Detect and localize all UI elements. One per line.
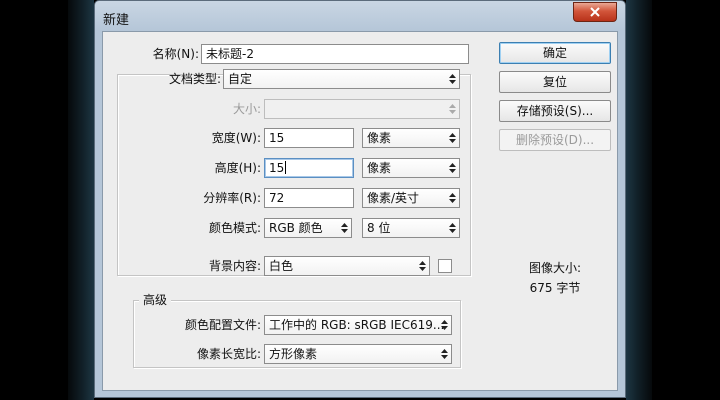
color-mode-select[interactable]: RGB 颜色: [264, 218, 352, 238]
text-caret: [285, 161, 287, 174]
height-value: 15: [269, 161, 285, 175]
height-unit-select[interactable]: 像素: [362, 158, 460, 178]
resolution-unit-value: 像素/英寸: [367, 191, 420, 205]
dialog-body: 名称(N): 未标题-2 文档类型: 自定 大小: 宽度(W): 15 像素 高…: [102, 31, 618, 391]
background-glow-right: [626, 0, 652, 400]
close-button[interactable]: [573, 2, 617, 22]
resolution-unit-select[interactable]: 像素/英寸: [362, 188, 460, 208]
doc-type-label: 文档类型:: [168, 72, 221, 86]
resolution-input[interactable]: 72: [264, 188, 354, 208]
delete-preset-button[interactable]: 删除预设(D)...: [499, 129, 611, 151]
resolution-label: 分辨率(R):: [203, 191, 261, 205]
color-mode-value: RGB 颜色: [269, 221, 323, 235]
updown-arrow-icon: [449, 74, 456, 84]
width-label: 宽度(W):: [211, 131, 261, 145]
image-size-value: 675 字节: [529, 281, 581, 295]
color-profile-select[interactable]: 工作中的 RGB: sRGB IEC619...: [264, 315, 452, 335]
doc-type-value: 自定: [228, 72, 253, 86]
color-profile-label: 颜色配置文件:: [184, 318, 261, 332]
color-mode-label: 颜色模式:: [208, 221, 261, 235]
background-value: 白色: [269, 259, 294, 273]
background-label: 背景内容:: [208, 259, 261, 273]
close-x-icon: [590, 7, 600, 17]
name-label: 名称(N):: [152, 47, 199, 61]
updown-arrow-icon: [341, 223, 348, 233]
height-unit-value: 像素: [367, 161, 392, 175]
width-unit-value: 像素: [367, 131, 392, 145]
height-label: 高度(H):: [214, 161, 261, 175]
advanced-group-title: 高级: [139, 293, 172, 307]
image-size-label: 图像大小:: [528, 261, 582, 275]
width-unit-select[interactable]: 像素: [362, 128, 460, 148]
width-input[interactable]: 15: [264, 128, 354, 148]
title-bar[interactable]: 新建: [95, 1, 625, 31]
updown-arrow-icon: [441, 349, 448, 359]
updown-arrow-icon: [419, 261, 426, 271]
updown-arrow-icon: [449, 104, 456, 114]
pixel-aspect-value: 方形像素: [269, 347, 318, 361]
updown-arrow-icon: [449, 133, 456, 143]
reset-button[interactable]: 复位: [499, 71, 611, 93]
ok-button[interactable]: 确定: [499, 42, 611, 64]
pixel-aspect-label: 像素长宽比:: [196, 347, 261, 361]
background-color-swatch[interactable]: [438, 259, 452, 273]
size-select[interactable]: [264, 99, 460, 119]
new-document-dialog: 新建 名称(N): 未标题-2 文档类型: 自定 大小: 宽度(W): 15 像…: [94, 0, 626, 398]
updown-arrow-icon: [449, 193, 456, 203]
doc-type-select[interactable]: 自定: [223, 69, 460, 89]
name-input[interactable]: 未标题-2: [201, 44, 469, 64]
size-label: 大小:: [232, 102, 261, 116]
dialog-title: 新建: [103, 13, 130, 28]
bit-depth-value: 8 位: [367, 221, 391, 235]
save-preset-button[interactable]: 存储预设(S)...: [499, 100, 611, 122]
background-glow-left: [68, 0, 94, 400]
updown-arrow-icon: [441, 320, 448, 330]
updown-arrow-icon: [449, 163, 456, 173]
updown-arrow-icon: [449, 223, 456, 233]
color-profile-value: 工作中的 RGB: sRGB IEC619...: [269, 318, 445, 332]
background-select[interactable]: 白色: [264, 256, 430, 276]
height-input[interactable]: 15: [264, 158, 354, 178]
bit-depth-select[interactable]: 8 位: [362, 218, 460, 238]
pixel-aspect-select[interactable]: 方形像素: [264, 344, 452, 364]
